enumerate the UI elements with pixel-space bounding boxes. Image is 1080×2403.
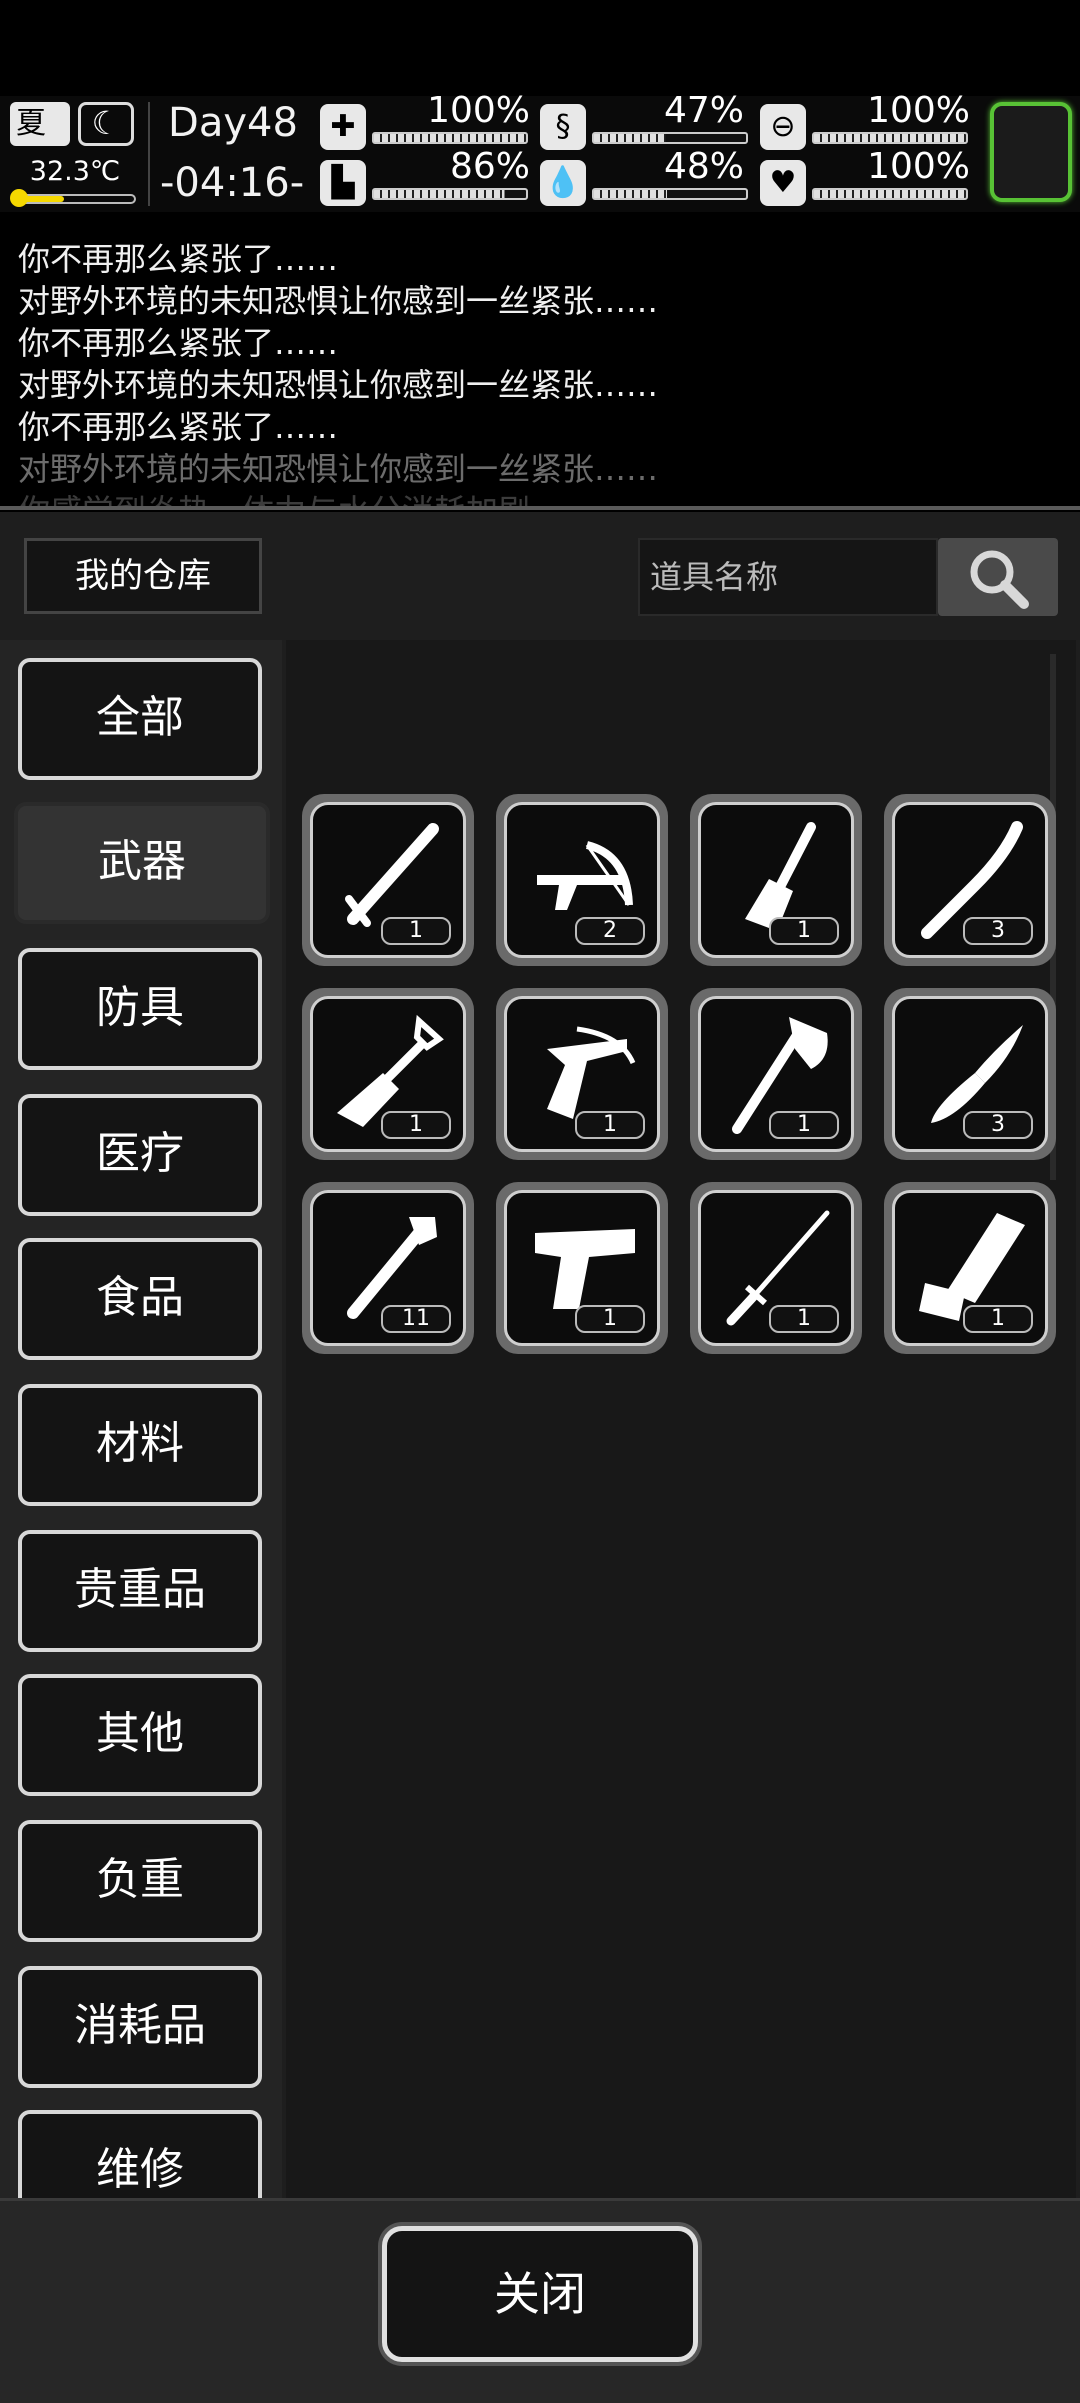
- log-line: 对野外环境的未知恐惧让你感到一丝紧张……: [18, 366, 659, 404]
- item-slot-pistol[interactable]: 1: [496, 1182, 668, 1354]
- category-armor[interactable]: 防具: [18, 948, 262, 1070]
- item-count: 1: [381, 1111, 451, 1139]
- log-line: 你不再那么紧张了……: [18, 324, 339, 362]
- temperature-readout: 32.3℃: [29, 156, 121, 187]
- thirst-value: 48%: [663, 146, 744, 187]
- item-count: 1: [381, 917, 451, 945]
- search-input[interactable]: 道具名称: [638, 538, 938, 616]
- mood-bar: [812, 188, 968, 200]
- item-slot-axe[interactable]: 1: [690, 988, 862, 1160]
- item-count: 1: [963, 1305, 1033, 1333]
- category-food[interactable]: 食品: [18, 1238, 262, 1360]
- category-sidebar[interactable]: 全部 武器 防具 医疗 食品 材料 贵重品 其他 负重 消耗品 维修: [0, 640, 282, 2198]
- item-count: 1: [769, 1305, 839, 1333]
- item-count: 3: [963, 1111, 1033, 1139]
- log-divider: [0, 506, 1080, 510]
- moon-icon: ☾: [78, 102, 134, 146]
- item-slot-baton[interactable]: 1: [302, 794, 474, 966]
- pill-icon: ⊖: [760, 104, 806, 150]
- medkit-icon: ✚: [320, 104, 366, 150]
- item-slot-pipe-wrench[interactable]: 11: [302, 1182, 474, 1354]
- game-time: -04:16-: [160, 160, 305, 206]
- item-count: 1: [769, 917, 839, 945]
- log-line: 对野外环境的未知恐惧让你感到一丝紧张……: [18, 282, 659, 320]
- item-count: 2: [575, 917, 645, 945]
- item-slot-minigun[interactable]: 1: [884, 1182, 1056, 1354]
- item-slot-sword[interactable]: 1: [690, 1182, 862, 1354]
- boot-icon: ▙: [320, 160, 366, 206]
- mood-value: 100%: [867, 146, 970, 187]
- log-line: 对野外环境的未知恐惧让你感到一丝紧张……: [18, 450, 659, 488]
- close-button[interactable]: 关闭: [382, 2226, 698, 2362]
- category-materials[interactable]: 材料: [18, 1384, 262, 1506]
- item-slot-knife[interactable]: 3: [884, 988, 1056, 1160]
- stamina-value: 86%: [449, 146, 530, 187]
- log-line: 你不再那么紧张了……: [18, 408, 339, 446]
- item-count: 1: [575, 1305, 645, 1333]
- item-slot-chisel[interactable]: 1: [690, 794, 862, 966]
- water-drop-icon: 💧: [540, 160, 586, 206]
- category-other[interactable]: 其他: [18, 1674, 262, 1796]
- season-indicator: 夏: [10, 102, 70, 146]
- category-carry[interactable]: 负重: [18, 1820, 262, 1942]
- search-icon: [970, 550, 1029, 609]
- item-count: 11: [381, 1305, 451, 1333]
- item-count: 1: [769, 1111, 839, 1139]
- hud-divider: [148, 102, 150, 206]
- health-bar: [372, 132, 528, 144]
- equipped-slot[interactable]: [990, 102, 1072, 202]
- stamina-bar: [372, 188, 528, 200]
- item-slot-pistol-crossbow[interactable]: 1: [496, 988, 668, 1160]
- hunger-value: 47%: [663, 90, 744, 131]
- medicine-value: 100%: [867, 90, 970, 131]
- category-weapons[interactable]: 武器: [14, 802, 270, 924]
- temperature-marker: [10, 189, 28, 207]
- item-slot-crossbow[interactable]: 2: [496, 794, 668, 966]
- item-slot-shovel[interactable]: 1: [302, 988, 474, 1160]
- category-repair[interactable]: 维修: [18, 2110, 262, 2198]
- category-consumables[interactable]: 消耗品: [18, 1966, 262, 2088]
- item-slot-wooden-club[interactable]: 3: [884, 794, 1056, 966]
- category-medical[interactable]: 医疗: [18, 1094, 262, 1216]
- log-line: 你感觉到炎热，体力与水分消耗加剧: [18, 486, 530, 508]
- category-all[interactable]: 全部: [18, 658, 262, 780]
- event-log: 你不再那么紧张了…… 对野外环境的未知恐惧让你感到一丝紧张…… 你不再那么紧张了…: [0, 214, 1080, 508]
- health-value: 100%: [427, 90, 530, 131]
- thirst-bar: [592, 188, 748, 200]
- log-line: 你不再那么紧张了……: [18, 240, 339, 278]
- item-count: 3: [963, 917, 1033, 945]
- medicine-bar: [812, 132, 968, 144]
- day-counter: Day48: [168, 100, 298, 146]
- heart-icon: ♥: [760, 160, 806, 206]
- item-count: 1: [575, 1111, 645, 1139]
- hunger-bar: [592, 132, 748, 144]
- stomach-icon: §: [540, 104, 586, 150]
- warehouse-title: 我的仓库: [24, 538, 262, 614]
- category-valuables[interactable]: 贵重品: [18, 1530, 262, 1652]
- search-button[interactable]: [938, 538, 1058, 616]
